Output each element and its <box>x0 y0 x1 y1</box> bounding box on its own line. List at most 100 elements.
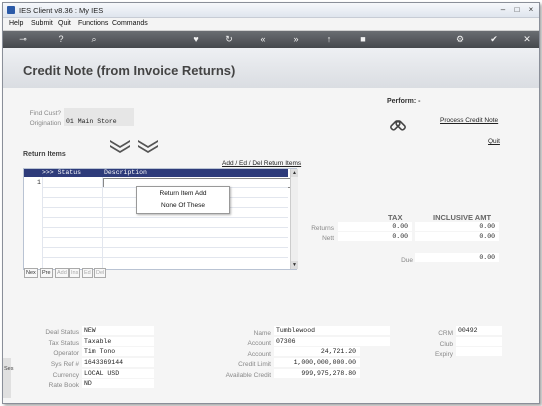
page-title: Credit Note (from Invoice Returns) <box>23 63 236 78</box>
side-panel-tab[interactable]: Ses <box>3 358 14 398</box>
delete-button[interactable]: Del <box>94 268 107 278</box>
menu-functions[interactable]: Functions <box>78 20 108 27</box>
return-items-grid: >>> Status Description 1 ▲ ▼ <box>23 168 298 270</box>
add-edit-delete-link[interactable]: Add / Ed / Del Return Items <box>222 160 301 167</box>
settings-icon[interactable]: ⚙ <box>452 33 468 46</box>
account-balance-label: Account <box>247 351 272 358</box>
deal-status-label: Deal Status <box>45 329 79 336</box>
grid-row-line <box>42 217 288 218</box>
nett-tax-value: 0.00 <box>338 232 412 241</box>
title-bar: IES Client v8.36 : My IES – □ × <box>3 3 539 18</box>
page-header: Credit Note (from Invoice Returns) <box>3 48 539 88</box>
grid-row-line <box>42 237 288 238</box>
menu-item-none-of-these[interactable]: None Of These <box>137 200 229 212</box>
menu-submit[interactable]: Submit <box>31 20 53 27</box>
menu-item-return-item-add[interactable]: Return Item Add <box>137 188 229 200</box>
add-button[interactable]: Add <box>55 268 69 278</box>
returns-tax-value: 0.00 <box>338 222 412 231</box>
menu-bar: Help Submit Quit Functions Commands <box>3 18 539 31</box>
club-value <box>456 337 502 346</box>
refresh-icon[interactable]: ↻ <box>221 33 237 46</box>
grid-row-line <box>42 227 288 228</box>
sys-ref-label: Sys Ref # <box>50 361 79 368</box>
inclusive-amt-header: INCLUSIVE AMT <box>433 213 492 222</box>
available-credit-label: Available Credit <box>225 372 271 379</box>
find-cust-label: Find Cust? <box>29 110 61 117</box>
tax-status-label: Tax Status <box>48 340 79 347</box>
context-menu: Return Item Add None Of These <box>136 186 230 214</box>
menu-help[interactable]: Help <box>9 20 23 27</box>
key-icon[interactable]: ⊸ <box>15 33 31 46</box>
edit-button[interactable]: Ed <box>82 268 93 278</box>
due-label: Due <box>401 257 413 264</box>
crm-label: CRM <box>438 330 453 337</box>
return-items-label: Return Items <box>23 151 66 158</box>
side-panel-label: Ses <box>4 366 14 372</box>
currency-value: LOCAL USD <box>82 369 154 378</box>
stop-icon[interactable]: ■ <box>355 33 371 46</box>
process-icon[interactable] <box>389 116 407 134</box>
returns-inclusive-value: 0.00 <box>415 222 499 231</box>
returns-label: Returns <box>311 225 334 232</box>
previous-button[interactable]: Pre <box>40 268 53 278</box>
collapse-down-icon[interactable] <box>138 140 158 154</box>
search-icon[interactable]: ⌕ <box>86 33 102 46</box>
account-balance-value: 24,721.20 <box>274 347 360 356</box>
club-label: Club <box>439 341 453 348</box>
check-icon[interactable]: ✔ <box>486 33 502 46</box>
close-icon[interactable]: ✕ <box>519 33 535 46</box>
insert-button[interactable]: Ins <box>69 268 81 278</box>
window-title: IES Client v8.36 : My IES <box>19 6 104 15</box>
expand-down-icon[interactable] <box>110 140 130 154</box>
grid-row-line <box>42 257 288 258</box>
account-label: Account <box>247 340 272 347</box>
description-column-header: Description <box>104 169 147 176</box>
back-icon[interactable]: « <box>255 33 271 46</box>
scroll-down-icon[interactable]: ▼ <box>291 261 298 269</box>
menu-commands[interactable]: Commands <box>112 20 148 27</box>
grid-scrollbar[interactable]: ▲ ▼ <box>290 169 298 269</box>
close-window-button[interactable]: × <box>524 5 538 15</box>
grid-column-line <box>102 177 103 269</box>
next-button[interactable]: Nex <box>24 268 38 278</box>
find-cust-input[interactable] <box>64 108 134 117</box>
name-value: Tumblewood <box>274 326 390 335</box>
up-icon[interactable]: ↑ <box>321 33 337 46</box>
menu-quit[interactable]: Quit <box>58 20 71 27</box>
expiry-value <box>456 347 502 356</box>
expiry-label: Expiry <box>434 351 453 358</box>
tax-status-value: Taxable <box>82 337 154 346</box>
main-content: Find Cust? Origination 01 Main Store Per… <box>3 88 539 403</box>
rate-book-label: Rate Book <box>48 382 79 389</box>
account-value: 07306 <box>274 337 390 346</box>
nett-inclusive-value: 0.00 <box>415 232 499 241</box>
process-credit-note-link[interactable]: Process Credit Note <box>440 117 498 124</box>
origination-label: Origination <box>29 120 61 127</box>
app-window: IES Client v8.36 : My IES – □ × Help Sub… <box>2 2 540 404</box>
perform-label: Perform: - <box>387 98 421 105</box>
credit-limit-value: 1,000,000,000.00 <box>274 358 360 367</box>
currency-label: Currency <box>52 372 79 379</box>
grid-header: >>> Status Description <box>24 169 288 177</box>
rate-book-value: ND <box>82 379 154 388</box>
operator-label: Operator <box>53 350 79 357</box>
grid-column-line <box>42 177 43 269</box>
minimize-button[interactable]: – <box>496 5 510 15</box>
deal-status-value: NEW <box>82 326 154 335</box>
grid-row-line <box>42 247 288 248</box>
status-column-header: >>> Status <box>42 169 82 176</box>
sys-ref-value: 1643369144 <box>82 358 154 367</box>
maximize-button[interactable]: □ <box>510 5 524 15</box>
app-icon <box>7 6 15 14</box>
scroll-up-icon[interactable]: ▲ <box>291 169 298 177</box>
toolbar: ⊸ ? ⌕ ♥ ↻ « » ↑ ■ ⚙ ✔ ✕ <box>3 31 539 48</box>
forward-icon[interactable]: » <box>288 33 304 46</box>
due-value: 0.00 <box>415 253 499 262</box>
available-credit-value: 999,975,278.80 <box>274 369 360 378</box>
row-number: 1 <box>37 179 41 186</box>
origination-field[interactable]: 01 Main Store <box>64 117 134 126</box>
quit-link[interactable]: Quit <box>488 138 500 145</box>
favorite-icon[interactable]: ♥ <box>188 33 204 46</box>
nett-label: Nett <box>322 235 334 242</box>
help-icon[interactable]: ? <box>53 33 69 46</box>
